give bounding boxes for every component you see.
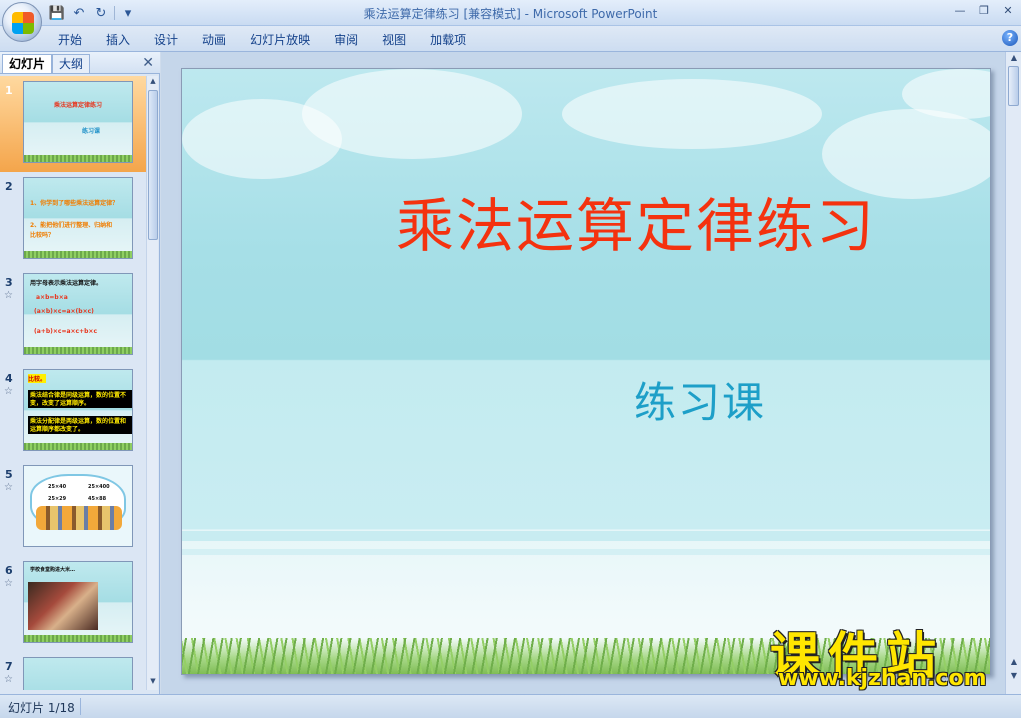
stripe-decoration (182, 531, 990, 541)
pane-tabs: 幻灯片 大纲 ✕ (0, 52, 160, 74)
thumb-text-box: 乘法结合律是同级运算，数的位置不变，改变了运算顺序。 (28, 390, 132, 408)
grass-decoration (24, 251, 132, 258)
thumb-text: 45×88 (88, 496, 107, 502)
thumb-text: 学校食堂购进大米… (30, 567, 76, 573)
thumbnail-image: 1、你学到了哪些乘法运算定律？ 2、能把他们进行整理、归纳和 比较吗？ (23, 177, 133, 259)
slide-thumbnail-6[interactable]: 6 ☆ 学校食堂购进大米… (0, 556, 146, 652)
slide-thumbnails: 1 乘法运算定律练习 练习课 2 1、你学到了哪些乘法运算定律？ 2、能把他们进… (0, 76, 146, 690)
thumb-text: 比较吗？ (30, 232, 55, 239)
thumbnail-image: 学校食堂购进大米… (23, 561, 133, 643)
animation-star-icon: ☆ (4, 674, 13, 685)
slide-number: 2 (5, 180, 13, 193)
animation-star-icon: ☆ (4, 578, 13, 589)
thumb-text: 1、你学到了哪些乘法运算定律？ (30, 200, 119, 207)
slide-number: 4 (5, 372, 13, 385)
thumb-text: 用字母表示乘法运算定律。 (30, 280, 103, 287)
grass-decoration (24, 155, 132, 162)
scrollbar-thumb[interactable] (148, 90, 158, 240)
scrollbar-thumb[interactable] (1008, 66, 1019, 106)
thumb-text: 25×40 (48, 484, 67, 490)
tab-review[interactable]: 审阅 (322, 30, 370, 50)
stripe-decoration (182, 549, 990, 555)
minimize-button[interactable]: — (951, 3, 969, 19)
thumbnail-image: 比较。 乘法结合律是同级运算，数的位置不变，改变了运算顺序。 乘法分配律是两级运… (23, 369, 133, 451)
animation-star-icon: ☆ (4, 482, 13, 493)
thumb-text: 2、能把他们进行整理、归纳和 (30, 222, 113, 229)
tab-slides[interactable]: 幻灯片 (2, 54, 53, 73)
slide-thumbnail-1[interactable]: 1 乘法运算定律练习 练习课 (0, 76, 146, 172)
watermark-logo: 课件站 www.kjzhan.com (770, 616, 1005, 696)
thumb-text: (a×b)×c=a×(b×c) (34, 308, 94, 315)
thumb-text: (a+b)×c=a×c+b×c (34, 328, 98, 335)
slide-thumbnail-3[interactable]: 3 ☆ 用字母表示乘法运算定律。 a×b=b×a (a×b)×c=a×(b×c)… (0, 268, 146, 364)
tab-outline[interactable]: 大纲 (52, 54, 91, 73)
slide-number: 3 (5, 276, 13, 289)
slide-number: 6 (5, 564, 13, 577)
market-photo (28, 582, 98, 630)
office-button[interactable] (2, 2, 42, 42)
thumb-text: 乘法结合律是同级运算，数的位置不变，改变了运算顺序。 (30, 392, 127, 407)
help-icon[interactable]: ? (1002, 30, 1018, 46)
slide-scrollbar[interactable]: ▲ ▲ ▼ (1005, 52, 1021, 694)
thumb-text: 25×29 (48, 496, 67, 502)
window-title: 乘法运算定律练习 [兼容模式] - Microsoft PowerPoint (363, 7, 658, 21)
thumb-text: 乘法运算定律练习 (54, 102, 103, 109)
window-controls: — ❐ ✕ (951, 3, 1017, 19)
slide-thumbnail-5[interactable]: 5 ☆ 25×40 25×400 25×29 45×88 (0, 460, 146, 556)
thumbnail-image: 乘法运算定律练习 练习课 (23, 81, 133, 163)
slide-thumbnail-4[interactable]: 4 ☆ 比较。 乘法结合律是同级运算，数的位置不变，改变了运算顺序。 乘法分配律… (0, 364, 146, 460)
scroll-up-icon[interactable]: ▲ (1009, 53, 1019, 62)
tab-animations[interactable]: 动画 (190, 30, 238, 50)
restore-button[interactable]: ❐ (975, 3, 993, 19)
slide-number: 1 (5, 84, 13, 97)
status-bar: 幻灯片 1/18 (0, 694, 1021, 718)
close-button[interactable]: ✕ (999, 3, 1017, 19)
slide-number: 7 (5, 660, 13, 673)
grass-decoration (24, 635, 132, 642)
cloud-shape (302, 69, 522, 159)
ribbon: 开始 插入 设计 动画 幻灯片放映 审阅 视图 加载项 ? (0, 26, 1021, 52)
slide-counter: 幻灯片 1/18 (8, 701, 75, 715)
previous-slide-icon[interactable]: ▲ (1009, 657, 1019, 666)
scroll-down-icon[interactable]: ▼ (148, 677, 158, 689)
thumb-highlight: 比较。 (28, 374, 47, 383)
slide-thumbnail-2[interactable]: 2 1、你学到了哪些乘法运算定律？ 2、能把他们进行整理、归纳和 比较吗？ (0, 172, 146, 268)
thumb-text: 练习课 (82, 128, 101, 135)
thumbnails-scrollbar[interactable]: ▲ ▼ (146, 76, 158, 690)
scroll-up-icon[interactable]: ▲ (148, 77, 158, 89)
cloud-shape (562, 79, 822, 149)
tab-insert[interactable]: 插入 (94, 30, 142, 50)
thumb-text: 25×400 (88, 484, 110, 490)
thumb-text-box: 乘法分配律是两级运算，数的位置和运算顺序都改变了。 (28, 416, 132, 434)
grass-decoration (24, 443, 132, 450)
slide-title[interactable]: 乘法运算定律练习 (182, 179, 990, 263)
current-slide[interactable]: 乘法运算定律练习 练习课 (181, 68, 991, 675)
tab-design[interactable]: 设计 (142, 30, 190, 50)
tab-slideshow[interactable]: 幻灯片放映 (238, 30, 322, 50)
office-logo-icon (12, 12, 34, 34)
slide-number: 5 (5, 468, 13, 481)
thumbnail-image: 25×40 25×400 25×29 45×88 (23, 465, 133, 547)
title-bar: 💾 ↶ ↻ ▾ 乘法运算定律练习 [兼容模式] - Microsoft Powe… (0, 0, 1021, 26)
animation-star-icon: ☆ (4, 386, 13, 397)
tab-addins[interactable]: 加载项 (418, 30, 478, 50)
thumbnail-image (23, 657, 133, 690)
animals-image (36, 506, 122, 530)
ribbon-tabs: 开始 插入 设计 动画 幻灯片放映 审阅 视图 加载项 (46, 30, 478, 50)
tab-home[interactable]: 开始 (46, 30, 94, 50)
thumbnail-image: 用字母表示乘法运算定律。 a×b=b×a (a×b)×c=a×(b×c) (a+… (23, 273, 133, 355)
slides-pane: 幻灯片 大纲 ✕ 1 乘法运算定律练习 练习课 2 1、你学到了哪些乘法运算定律… (0, 52, 160, 694)
grass-decoration (24, 347, 132, 354)
thumb-text: a×b=b×a (36, 294, 68, 301)
tab-view[interactable]: 视图 (370, 30, 418, 50)
next-slide-icon[interactable]: ▼ (1009, 671, 1019, 680)
close-pane-icon[interactable]: ✕ (142, 55, 154, 71)
status-separator (80, 698, 81, 715)
animation-star-icon: ☆ (4, 290, 13, 301)
slide-thumbnail-7[interactable]: 7 ☆ (0, 652, 146, 690)
slide-subtitle[interactable]: 练习课 (634, 369, 766, 430)
thumb-text: 乘法分配律是两级运算，数的位置和运算顺序都改变了。 (30, 418, 127, 433)
watermark-url: www.kjzhan.com (778, 666, 987, 691)
